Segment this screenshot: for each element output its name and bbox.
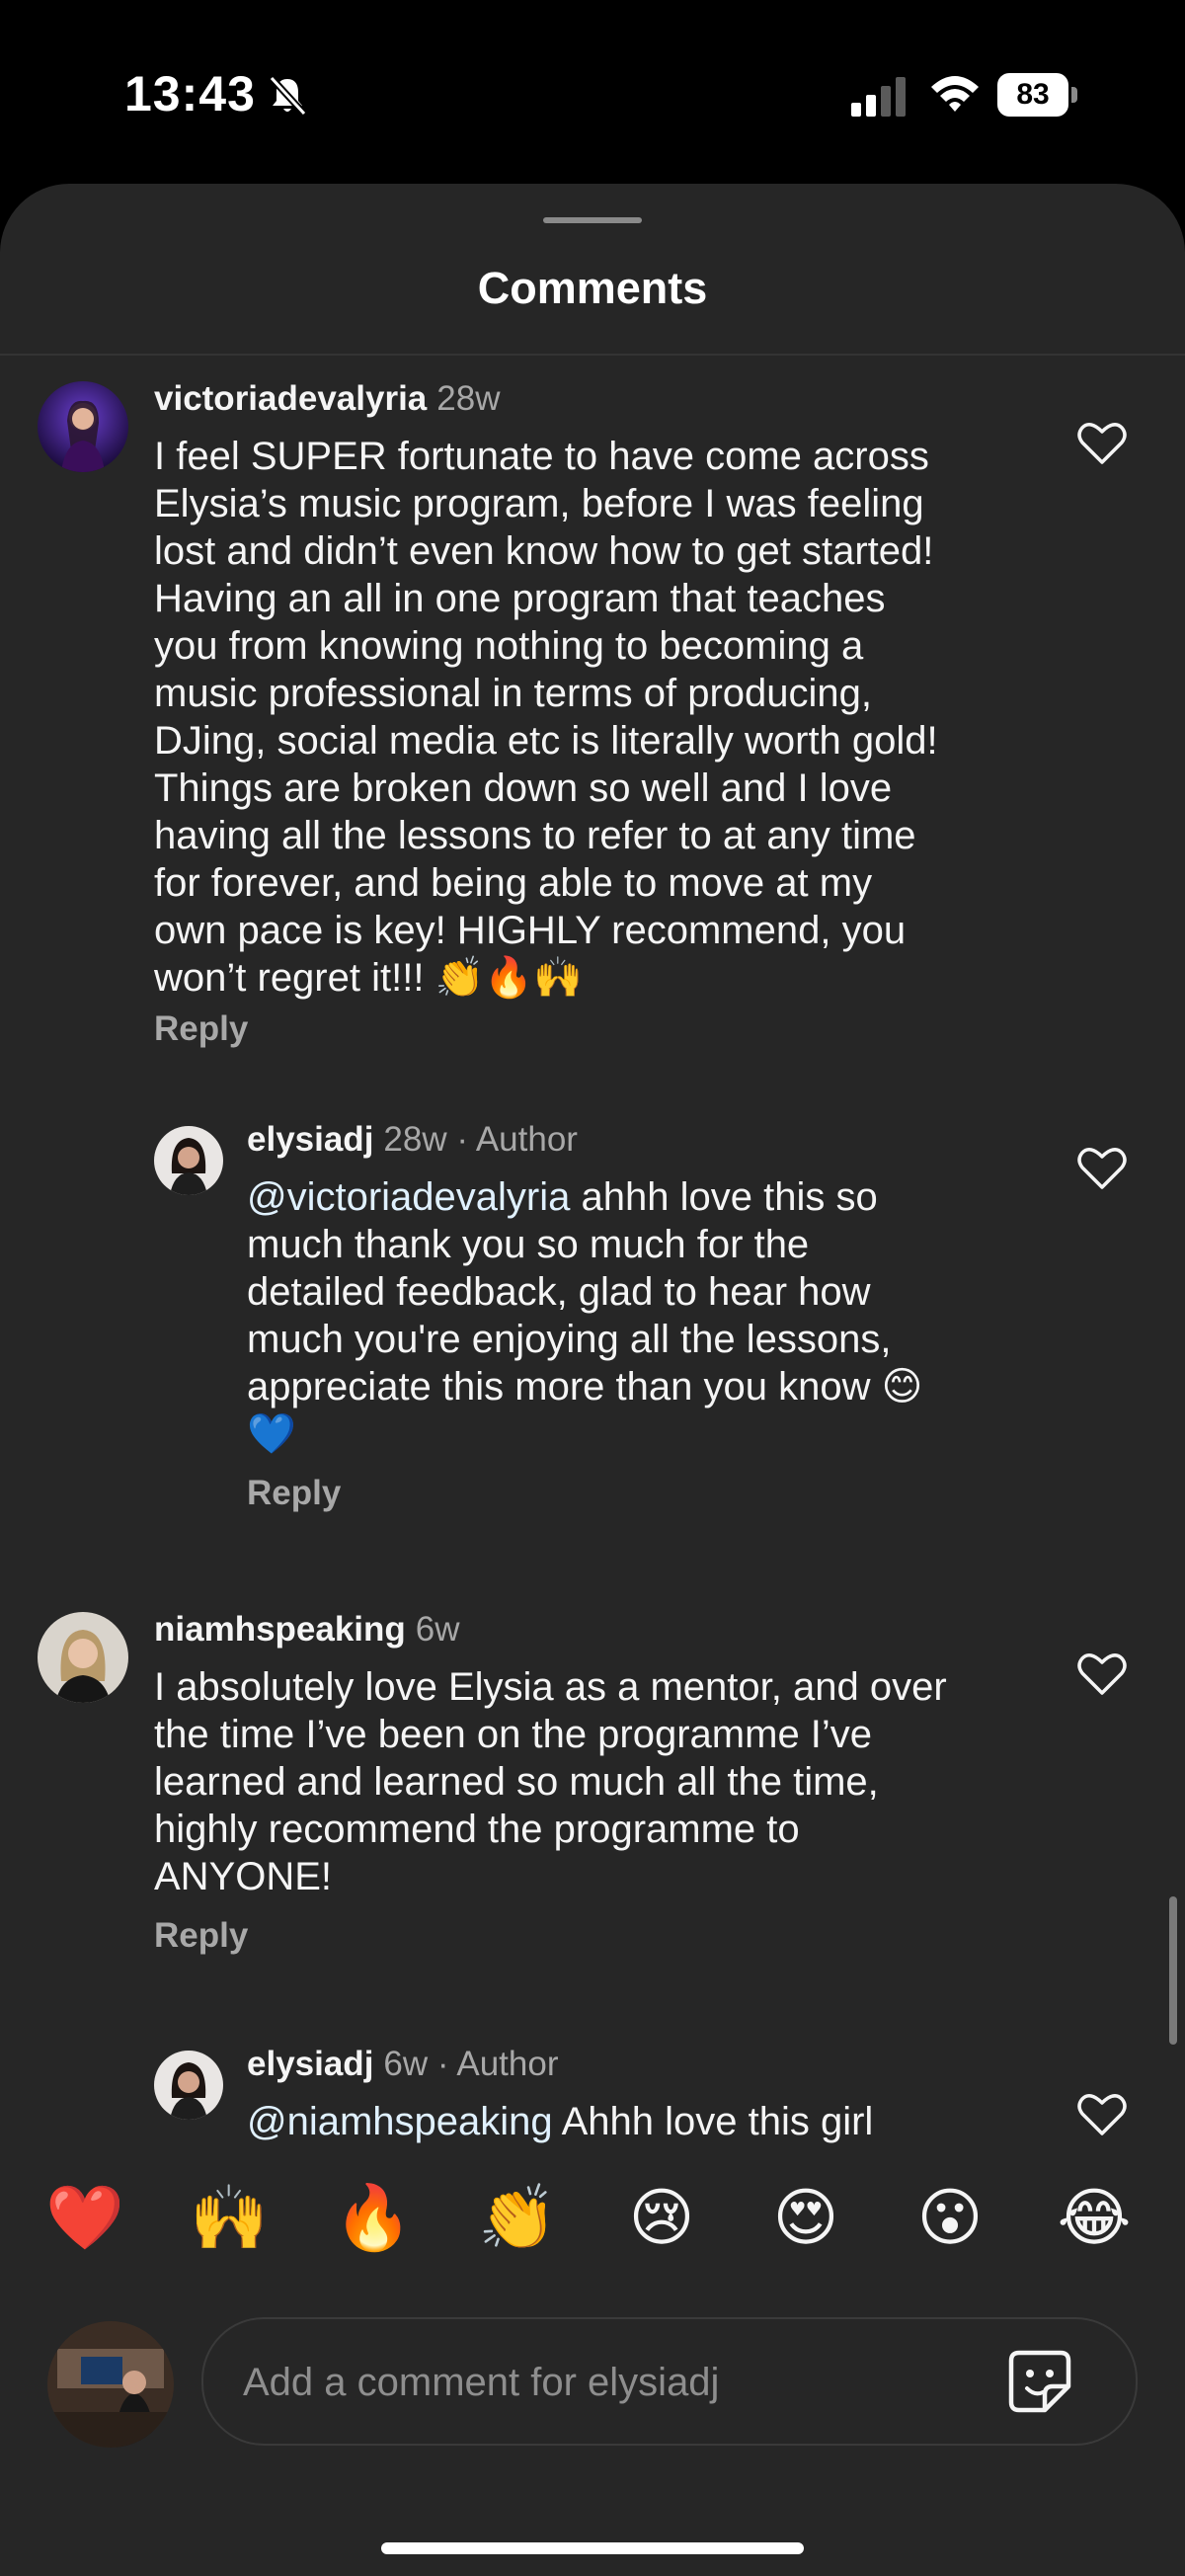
emoji-raising-hands[interactable]: 🙌 — [180, 2179, 278, 2258]
reply-button[interactable]: Reply — [247, 1474, 341, 1513]
emoji-quick-bar: ❤️ 🙌 🔥 👏 😢 😍 😮 😂 — [0, 2151, 1185, 2299]
username[interactable]: victoriadevalyria — [154, 379, 427, 418]
avatar[interactable] — [38, 381, 128, 472]
emoji-surprised-face[interactable]: 😮 — [901, 2179, 999, 2258]
timestamp: 6w — [383, 2045, 429, 2083]
emoji-crying-face[interactable]: 😢 — [612, 2179, 711, 2258]
comments-list[interactable]: victoriadevalyria 28w I feel SUPER fortun… — [0, 356, 1185, 2151]
emoji-fire[interactable]: 🔥 — [324, 2179, 423, 2258]
emoji-tears-of-joy[interactable]: 😂 — [1045, 2179, 1144, 2258]
like-heart-icon[interactable] — [1076, 1144, 1128, 1191]
home-indicator — [381, 2542, 804, 2554]
timestamp: 28w — [436, 379, 501, 418]
comment-text: @niamhspeaking Ahhh love this girl — [247, 2100, 874, 2143]
reply-button[interactable]: Reply — [154, 1916, 248, 1956]
cellular-signal-icon — [851, 77, 906, 117]
like-heart-icon[interactable] — [1076, 2090, 1128, 2137]
scrollbar[interactable] — [1169, 1896, 1177, 2045]
timestamp: 6w — [415, 1610, 460, 1649]
status-bar: 13:43 83 — [0, 0, 1185, 188]
comment-text: I absolutely love Elysia as a mentor, an… — [154, 1665, 947, 1898]
wifi-icon — [931, 76, 979, 112]
comment-meta: victoriadevalyria 28w — [154, 379, 501, 419]
current-user-avatar[interactable] — [47, 2321, 174, 2448]
username[interactable]: elysiadj — [247, 2045, 373, 2083]
comment-input[interactable] — [241, 2319, 995, 2446]
comment-meta: niamhspeaking 6w — [154, 1610, 460, 1650]
like-heart-icon[interactable] — [1076, 419, 1128, 466]
username[interactable]: niamhspeaking — [154, 1610, 406, 1649]
mention-link[interactable]: @niamhspeaking — [247, 2100, 553, 2143]
comment-meta: elysiadj 6w · Author — [247, 2045, 558, 2084]
sheet-grabber[interactable] — [543, 217, 642, 223]
author-badge: · Author — [456, 1120, 578, 1159]
timestamp: 28w — [383, 1120, 447, 1159]
silent-bell-icon — [269, 75, 307, 117]
avatar[interactable] — [154, 2051, 223, 2120]
emoji-clapping-hands[interactable]: 👏 — [468, 2179, 567, 2258]
comments-sheet: Comments victoriadevalyria 28w I feel SUP… — [0, 184, 1185, 2576]
comment-text: I feel SUPER fortunate to have come acro… — [154, 435, 938, 1000]
comment-meta: elysiadj 28w · Author — [247, 1120, 578, 1160]
mention-link[interactable]: @victoriadevalyria — [247, 1175, 570, 1219]
reply-button[interactable]: Reply — [154, 1009, 248, 1049]
sticker-icon[interactable] — [1005, 2347, 1074, 2416]
author-badge: · Author — [436, 2045, 559, 2083]
comment-composer — [0, 2299, 1185, 2448]
clock: 13:43 — [124, 66, 256, 121]
battery-icon: 83 — [997, 73, 1078, 117]
emoji-red-heart[interactable]: ❤️ — [36, 2179, 134, 2258]
comment-input-field[interactable] — [201, 2317, 1138, 2446]
like-heart-icon[interactable] — [1076, 1650, 1128, 1697]
battery-level: 83 — [997, 73, 1068, 117]
comment-text: @victoriadevalyria ahhh love this so muc… — [247, 1175, 923, 1456]
username[interactable]: elysiadj — [247, 1120, 373, 1159]
sheet-title: Comments — [477, 263, 708, 313]
emoji-heart-eyes[interactable]: 😍 — [756, 2179, 855, 2258]
avatar[interactable] — [154, 1126, 223, 1195]
avatar[interactable] — [38, 1612, 128, 1703]
